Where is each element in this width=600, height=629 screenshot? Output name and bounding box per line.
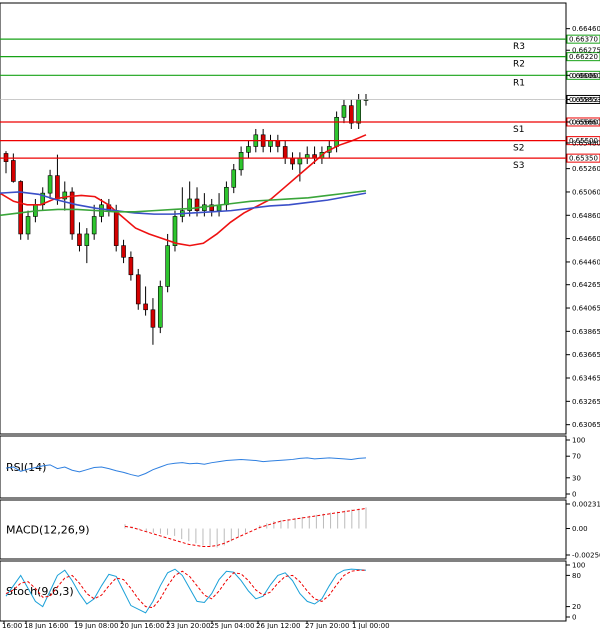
price-tick-label: 0.65853 [572, 96, 600, 104]
price-tick-label: 0.63865 [572, 328, 600, 336]
bear-candle [128, 256, 134, 276]
price-tick-label: 0.65060 [572, 188, 600, 196]
bull-candle [231, 169, 237, 188]
bull-candle [246, 146, 251, 153]
price-tick-label: 0.65260 [572, 165, 600, 173]
bull-candle [238, 152, 244, 171]
bear-candle [150, 309, 156, 328]
panel-frame-0 [0, 2, 567, 435]
bear-candle [282, 146, 288, 159]
time-tick-label: 18 Jun 16:00 [24, 622, 68, 629]
price-tick-label: 0.64860 [572, 212, 600, 220]
bull-candle [84, 233, 90, 246]
time-tick-label: 16:00 [2, 622, 22, 629]
bear-candle [18, 181, 23, 235]
price-tick-label: 0.65660 [572, 118, 600, 126]
price-tick-label: 0.63665 [572, 351, 600, 359]
indicator-tick-label: 80 [572, 572, 581, 580]
price-tick-label: 0.64460 [572, 258, 600, 266]
indicator-tick-label: 0 [572, 491, 576, 499]
resistance-label: R1 [513, 78, 525, 88]
bear-candle [11, 160, 16, 182]
bull-candle [25, 216, 31, 235]
bear-candle [77, 233, 82, 246]
price-axis: 0.66460 0.66275 0.66060 0.65853 0.65660 0.654… [566, 25, 600, 429]
bear-candle [143, 303, 148, 311]
price-tick-label: 0.66060 [572, 72, 600, 80]
indicator-tick-label: 100 [572, 562, 585, 570]
bear-candle [349, 105, 354, 124]
price-tick-label: 0.66460 [572, 25, 600, 33]
price-tick-label: 0.65480 [572, 139, 600, 147]
indicator-tick-label: 0.00 [572, 525, 588, 533]
indicator-tick-label: 20 [572, 603, 581, 611]
indicator-tick-label: 0.002319 [572, 501, 600, 509]
indicator-tick-label: 70 [572, 453, 581, 461]
bear-candle [113, 210, 119, 246]
time-tick-label: 23 Jun 20:00 [166, 622, 210, 629]
time-axis: 16:00 18 Jun 16:00 19 Jun 08:00 20 Jun 16:0… [2, 621, 390, 629]
bull-candle [157, 286, 163, 328]
resistance-label: R3 [513, 42, 525, 52]
indicator-tick-label: 0 [572, 614, 576, 622]
resistance-price-value: 0.66370 [569, 36, 598, 44]
bull-candle [172, 216, 178, 246]
resistance-label: R2 [513, 60, 525, 70]
indicator-tick-label: 30 [572, 474, 581, 482]
bear-candle [194, 198, 200, 211]
support-label: S1 [513, 125, 524, 135]
bear-candle [290, 157, 295, 165]
support-label: S2 [513, 144, 524, 154]
bull-candle [165, 245, 170, 287]
price-tick-label: 0.64660 [572, 235, 600, 243]
chart-canvas: R30.66370R20.66220R10.66060S10.65660S20.… [0, 2, 600, 629]
support-label: S3 [513, 161, 524, 171]
time-tick-label: 1 Jul 00:00 [352, 622, 390, 629]
indicator-tick-label: -0.002504 [572, 552, 600, 560]
time-tick-label: 25 Jun 04:00 [210, 622, 254, 629]
bull-candle [297, 157, 303, 165]
time-tick-label: 26 Jun 12:00 [256, 622, 300, 629]
price-tick-label: 0.63465 [572, 375, 600, 383]
panel-frame-1 [0, 435, 567, 499]
time-tick-label: 19 Jun 08:00 [74, 622, 118, 629]
time-tick-label: 20 Jun 16:00 [120, 622, 164, 629]
indicator-tick-label: 100 [572, 437, 585, 445]
bear-candle [135, 274, 141, 305]
bull-candle [91, 216, 97, 235]
bear-candle [55, 175, 60, 200]
time-tick-label: 27 Jun 20:00 [305, 622, 349, 629]
bull-candle [224, 186, 229, 206]
bull-candle [356, 99, 361, 124]
price-tick-label: 0.63065 [572, 421, 600, 429]
bear-candle [275, 140, 281, 147]
price-tick-label: 0.64065 [572, 305, 600, 313]
bull-candle [268, 140, 273, 147]
support-price-value: 0.65350 [569, 155, 598, 163]
bull-candle [341, 105, 347, 118]
bear-candle [121, 245, 126, 258]
price-tick-label: 0.63265 [572, 398, 600, 406]
bear-candle [69, 191, 75, 235]
price-tick-label: 0.64265 [572, 281, 600, 289]
indicator-title: MACD(12,26,9) [6, 524, 90, 537]
bull-candle [47, 175, 53, 194]
price-tick-label: 0.66275 [572, 47, 600, 55]
